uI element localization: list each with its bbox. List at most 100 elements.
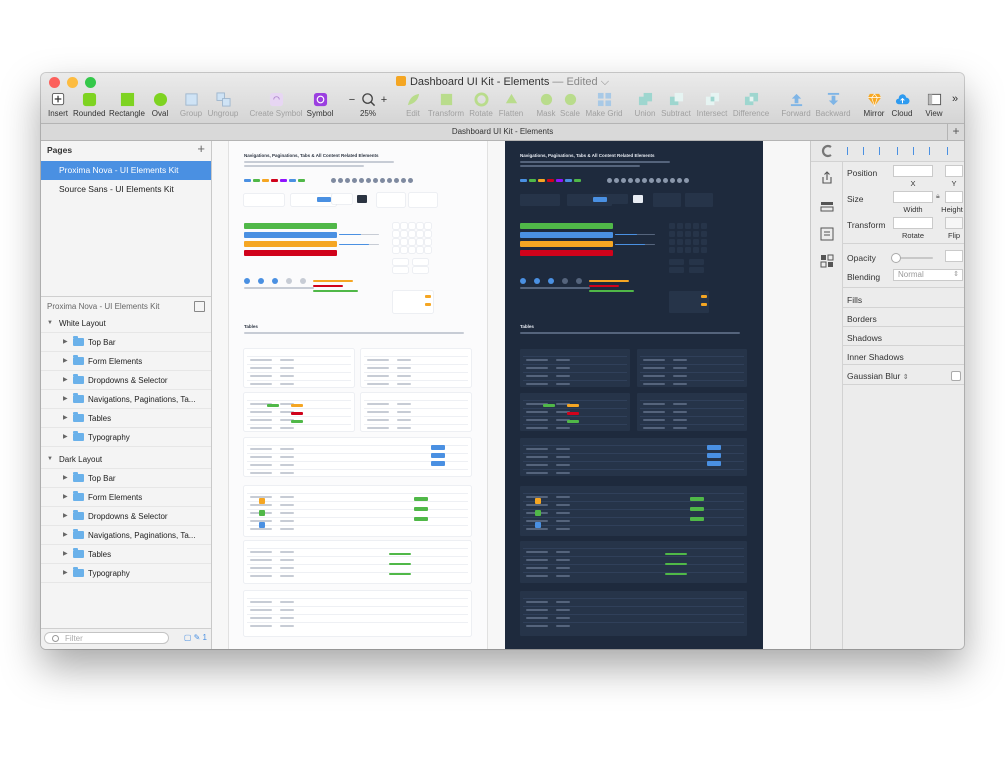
canvas[interactable]: Navigations, Paginations, Tabs & All Con… xyxy=(212,141,810,649)
layer-item[interactable]: ▶ Top Bar xyxy=(41,469,211,488)
lock-icon[interactable]: 🔒︎ xyxy=(936,193,940,201)
align-left-icon[interactable] xyxy=(847,147,856,155)
width-input[interactable] xyxy=(893,191,933,203)
disclosure-closed-icon[interactable]: ▶ xyxy=(63,469,68,488)
rectangle-button[interactable]: Rectangle xyxy=(108,92,146,122)
transform-button[interactable]: Transform xyxy=(427,92,465,122)
grid-layout-icon[interactable] xyxy=(820,254,834,268)
title-chevron-icon[interactable]: ⌵ xyxy=(601,76,609,88)
layer-item[interactable]: ▶ Form Elements xyxy=(41,352,211,371)
library-icon[interactable] xyxy=(820,199,834,213)
dropdown xyxy=(393,267,408,273)
breadcrumb-line xyxy=(244,287,314,289)
make-grid-button[interactable]: Make Grid xyxy=(585,92,623,122)
artboard-list-icon[interactable] xyxy=(194,301,205,312)
oval-button[interactable]: Oval xyxy=(149,92,171,122)
group-button[interactable]: Group xyxy=(178,92,204,122)
difference-button[interactable]: Difference xyxy=(731,92,771,122)
layer-group-dark-layout[interactable]: ▼ Dark Layout xyxy=(41,450,211,469)
inner-shadows-section[interactable]: Inner Shadows xyxy=(847,352,904,362)
layer-item[interactable]: ▶ Navigations, Paginations, Ta... xyxy=(41,526,211,545)
add-page-button[interactable]: + xyxy=(197,141,205,156)
edit-filter-icon[interactable]: ✎ xyxy=(194,633,201,642)
layer-item[interactable]: ▶ Tables xyxy=(41,545,211,564)
intersect-button[interactable]: Intersect xyxy=(696,92,728,122)
filter-input[interactable]: Filter xyxy=(44,632,169,644)
align-right-icon[interactable] xyxy=(879,147,888,155)
page-item-proxima-nova[interactable]: Proxima Nova - UI Elements Kit xyxy=(41,161,211,180)
layer-item[interactable]: ▶ Typography xyxy=(41,564,211,583)
fills-section[interactable]: Fills xyxy=(847,295,862,305)
disclosure-closed-icon[interactable]: ▶ xyxy=(63,526,68,545)
disclosure-closed-icon[interactable]: ▶ xyxy=(63,390,68,409)
layer-group-white-layout[interactable]: ▼ White Layout xyxy=(41,314,211,333)
disclosure-closed-icon[interactable]: ▶ xyxy=(63,545,68,564)
align-center-icon[interactable] xyxy=(863,147,872,155)
opacity-slider-knob[interactable] xyxy=(891,253,901,263)
disclosure-closed-icon[interactable]: ▶ xyxy=(63,409,68,428)
position-x-input[interactable] xyxy=(893,165,933,177)
data-icon[interactable] xyxy=(820,227,834,241)
zoom-out-button[interactable]: − xyxy=(347,94,357,124)
rotate-input[interactable] xyxy=(893,217,933,229)
opacity-input[interactable] xyxy=(945,250,963,262)
layer-item[interactable]: ▶ Dropdowns & Selector xyxy=(41,371,211,390)
gaussian-blur-checkbox[interactable] xyxy=(951,371,961,381)
flatten-button[interactable]: Flatten xyxy=(497,92,525,122)
disclosure-closed-icon[interactable]: ▶ xyxy=(63,564,68,583)
blending-select[interactable]: Normal ⇕ xyxy=(893,269,963,281)
disclosure-closed-icon[interactable]: ▶ xyxy=(63,488,68,507)
view-button[interactable]: View xyxy=(922,92,946,122)
layer-item[interactable]: ▶ Navigations, Paginations, Ta... xyxy=(41,390,211,409)
artboard-dark-layout[interactable]: Navigations, Paginations, Tabs & All Con… xyxy=(505,141,763,649)
share-icon[interactable] xyxy=(820,171,834,185)
create-symbol-button[interactable]: Create Symbol xyxy=(249,92,303,122)
document-tab[interactable]: Dashboard UI Kit - Elements + xyxy=(41,124,964,141)
toolbar-overflow-icon[interactable]: » xyxy=(948,93,962,123)
layer-item[interactable]: ▶ Form Elements xyxy=(41,488,211,507)
craft-plugin-icon[interactable] xyxy=(820,144,834,158)
disclosure-closed-icon[interactable]: ▶ xyxy=(63,428,68,447)
artboard-filter-icon[interactable]: ▢ xyxy=(184,633,192,642)
flip-buttons[interactable] xyxy=(945,217,963,229)
borders-section[interactable]: Borders xyxy=(847,314,877,324)
layer-item[interactable]: ▶ Dropdowns & Selector xyxy=(41,507,211,526)
subtract-button[interactable]: Subtract xyxy=(660,92,692,122)
disclosure-open-icon[interactable]: ▼ xyxy=(47,314,53,333)
forward-button[interactable]: Forward xyxy=(781,92,811,122)
disclosure-closed-icon[interactable]: ▶ xyxy=(63,507,68,526)
backward-button[interactable]: Backward xyxy=(815,92,851,122)
disclosure-open-icon[interactable]: ▼ xyxy=(47,450,53,469)
ungroup-button[interactable]: Ungroup xyxy=(207,92,239,122)
page-item-source-sans[interactable]: Source Sans - UI Elements Kit xyxy=(41,180,211,199)
align-top-icon[interactable] xyxy=(897,147,906,155)
filter-options[interactable]: ▢ ✎ 1 xyxy=(184,633,207,642)
shadows-section[interactable]: Shadows xyxy=(847,333,882,343)
zoom-in-button[interactable]: + xyxy=(379,94,389,124)
align-bottom-icon[interactable] xyxy=(929,147,938,155)
rotate-button[interactable]: Rotate xyxy=(468,92,494,122)
mirror-button[interactable]: Mirror xyxy=(861,92,887,122)
symbol-button[interactable]: Symbol xyxy=(306,92,334,122)
union-button[interactable]: Union xyxy=(633,92,657,122)
layer-item[interactable]: ▶ Top Bar xyxy=(41,333,211,352)
rounded-button[interactable]: Rounded xyxy=(73,92,105,122)
mask-button[interactable]: Mask xyxy=(535,92,557,122)
disclosure-closed-icon[interactable]: ▶ xyxy=(63,371,68,390)
disclosure-closed-icon[interactable]: ▶ xyxy=(63,352,68,371)
distribute-icon[interactable] xyxy=(947,147,956,155)
height-input[interactable] xyxy=(945,191,963,203)
align-middle-icon[interactable] xyxy=(913,147,922,155)
new-tab-button[interactable]: + xyxy=(947,124,964,140)
cloud-button[interactable]: Cloud xyxy=(890,92,914,122)
position-y-input[interactable] xyxy=(945,165,963,177)
scale-button[interactable]: Scale xyxy=(559,92,581,122)
layer-item[interactable]: ▶ Typography xyxy=(41,428,211,447)
panel-divider[interactable] xyxy=(41,296,211,297)
insert-button[interactable]: Insert xyxy=(45,92,71,122)
gaussian-blur-section[interactable]: Gaussian Blur ⇕ xyxy=(847,371,909,381)
disclosure-closed-icon[interactable]: ▶ xyxy=(63,333,68,352)
edit-button[interactable]: Edit xyxy=(403,92,423,122)
artboard-white-layout[interactable]: Navigations, Paginations, Tabs & All Con… xyxy=(229,141,487,649)
layer-item[interactable]: ▶ Tables xyxy=(41,409,211,428)
